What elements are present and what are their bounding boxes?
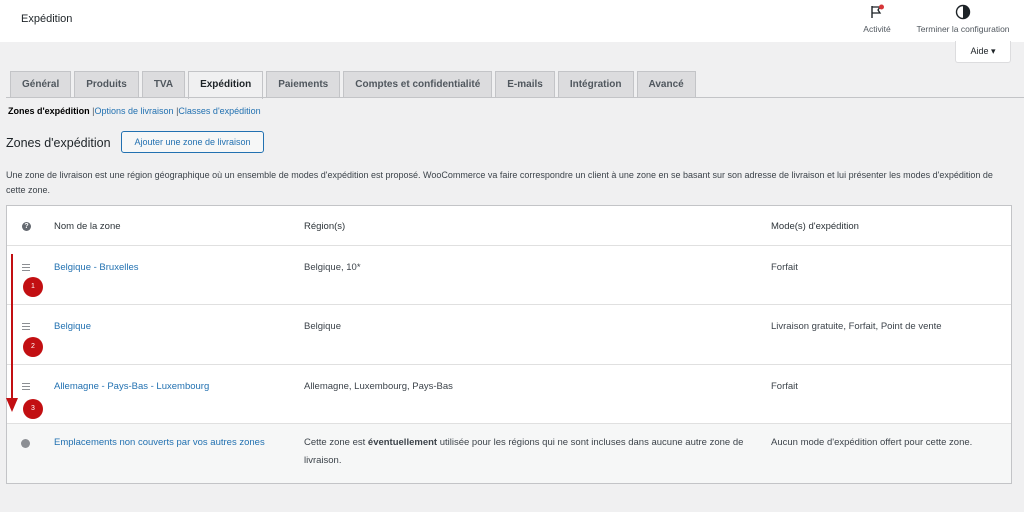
add-shipping-zone-button[interactable]: Ajouter une zone de livraison	[121, 131, 264, 153]
zone-methods: Forfait	[771, 381, 798, 392]
section-title: Zones d'expédition	[6, 136, 111, 150]
column-zone-name: Nom de la zone	[54, 221, 121, 232]
settings-tabs: Général Produits TVA Expédition Paiement…	[10, 71, 699, 99]
half-circle-icon	[955, 4, 971, 20]
zone-name-link[interactable]: Allemagne - Pays-Bas - Luxembourg	[54, 378, 209, 396]
zone-name-link[interactable]: Belgique - Bruxelles	[54, 259, 139, 277]
finish-setup-button[interactable]: Terminer la configuration	[906, 4, 1020, 34]
column-regions: Région(s)	[304, 221, 346, 232]
rest-of-world-row: Emplacements non couverts par vos autres…	[7, 424, 1011, 483]
table-header: ? Nom de la zone Région(s) Mode(s) d'exp…	[7, 206, 1011, 246]
top-bar: Expédition Activité Terminer la configur…	[0, 0, 1024, 42]
activity-label: Activité	[863, 24, 891, 34]
drag-handle-icon[interactable]	[22, 383, 30, 392]
tabs-divider	[6, 97, 1024, 98]
globe-icon	[21, 439, 30, 448]
subnav-shipping-options[interactable]: Options de livraison	[95, 106, 174, 116]
annotation-badge-1: 1	[23, 277, 43, 297]
zone-regions: Belgique, 10*	[304, 262, 361, 273]
subnav-shipping-zones[interactable]: Zones d'expédition	[8, 106, 90, 116]
table-row: Belgique Belgique Livraison gratuite, Fo…	[7, 305, 1011, 365]
section-description: Une zone de livraison est une région géo…	[6, 170, 993, 195]
shipping-subnav: Zones d'expédition |Options de livraison…	[8, 106, 261, 116]
zone-methods: Livraison gratuite, Forfait, Point de ve…	[771, 321, 942, 332]
tab-tax[interactable]: TVA	[141, 71, 186, 98]
tab-payments[interactable]: Paiements	[266, 71, 341, 98]
help-button[interactable]: Aide ▾	[955, 41, 1011, 63]
activity-button[interactable]: Activité	[856, 4, 898, 34]
tab-integration[interactable]: Intégration	[557, 71, 634, 98]
tab-accounts-privacy[interactable]: Comptes et confidentialité	[343, 71, 493, 98]
rest-desc-pre: Cette zone est	[304, 437, 368, 448]
table-row: Belgique - Bruxelles Belgique, 10* Forfa…	[7, 246, 1011, 305]
tab-products[interactable]: Produits	[74, 71, 139, 98]
tab-general[interactable]: Général	[10, 71, 72, 98]
rest-desc-bold: éventuellement	[367, 437, 438, 448]
zone-regions: Allemagne, Luxembourg, Pays-Bas	[304, 381, 453, 392]
shipping-zones-table: ? Nom de la zone Région(s) Mode(s) d'exp…	[6, 205, 1012, 484]
annotation-arrow-head	[6, 398, 18, 412]
table-row: Allemagne - Pays-Bas - Luxembourg Allema…	[7, 365, 1011, 424]
annotation-arrow-line	[11, 254, 13, 400]
zone-methods: Forfait	[771, 262, 798, 273]
subnav-shipping-classes[interactable]: Classes d'expédition	[178, 106, 260, 116]
tab-shipping[interactable]: Expédition	[188, 71, 264, 99]
zone-regions: Belgique	[304, 321, 341, 332]
rest-of-world-methods: Aucun mode d'expédition offert pour cett…	[771, 437, 973, 448]
tab-advanced[interactable]: Avancé	[636, 71, 696, 98]
zone-name-link[interactable]: Belgique	[54, 318, 91, 336]
drag-handle-icon[interactable]	[22, 264, 30, 273]
column-shipping-methods: Mode(s) d'expédition	[771, 221, 859, 232]
flag-icon	[869, 4, 885, 20]
annotation-badge-2: 2	[23, 337, 43, 357]
help-icon[interactable]: ?	[22, 222, 31, 231]
drag-handle-icon[interactable]	[22, 323, 30, 332]
rest-of-world-description: Cette zone est éventuellement utilisée p…	[304, 434, 754, 470]
page-title: Expédition	[21, 13, 73, 25]
annotation-badge-3: 3	[23, 399, 43, 419]
tab-emails[interactable]: E-mails	[495, 71, 555, 98]
finish-setup-label: Terminer la configuration	[916, 24, 1010, 34]
